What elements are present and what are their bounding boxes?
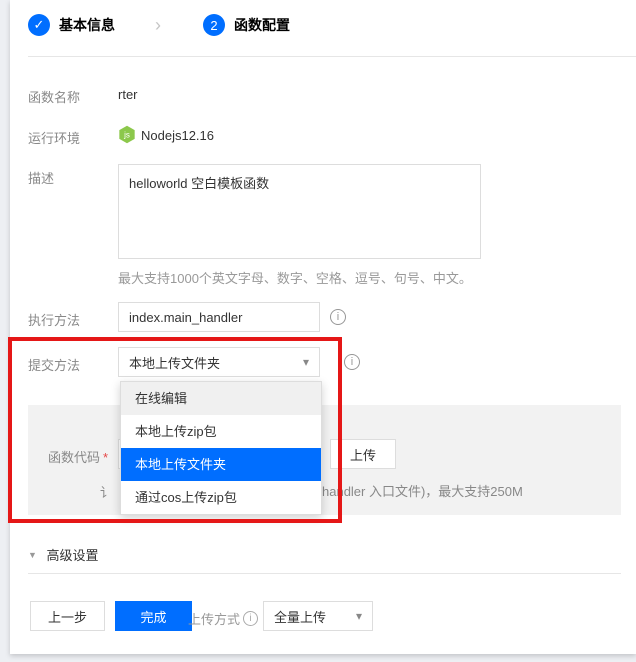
finish-button[interactable]: 完成 (115, 601, 192, 631)
step2-number-circle: 2 (203, 14, 225, 36)
caret-down-icon: ▾ (356, 609, 362, 623)
nodejs-icon: js (118, 125, 136, 144)
header-divider (28, 56, 636, 57)
svg-text:js: js (123, 130, 130, 139)
step1-label: 基本信息 (59, 15, 115, 35)
submit-method-dropdown-menu: 在线编辑 本地上传zip包 本地上传文件夹 通过cos上传zip包 (120, 381, 322, 515)
previous-step-button[interactable]: 上一步 (30, 601, 105, 631)
content-card: ✓ 基本信息 › 2 函数配置 函数名称 rter 运行环境 js Nodejs… (10, 0, 636, 654)
submit-method-value: 本地上传文件夹 (129, 353, 220, 372)
menu-item-upload-folder[interactable]: 本地上传文件夹 (121, 448, 321, 481)
upload-mode-label: 上传方式i (188, 609, 258, 628)
runtime-value: Nodejs12.16 (141, 128, 214, 143)
upload-mode-info-icon[interactable]: i (243, 611, 258, 626)
required-asterisk: * (103, 450, 108, 465)
handler-info-icon[interactable]: i (330, 309, 346, 325)
handler-input[interactable] (118, 302, 320, 332)
submit-method-label: 提交方法 (28, 355, 80, 374)
code-hint-fragment-left: 讠 (100, 482, 113, 501)
description-hint: 最大支持1000个英文字母、数字、空格、逗号、句号、中文。 (118, 268, 472, 287)
menu-item-upload-zip[interactable]: 本地上传zip包 (121, 415, 321, 448)
function-name-label: 函数名称 (28, 87, 80, 106)
menu-item-cos-zip[interactable]: 通过cos上传zip包 (121, 481, 321, 514)
caret-down-icon: ▾ (303, 355, 309, 369)
advanced-settings-label: 高级设置 (47, 548, 99, 563)
step-indicator: ✓ 基本信息 › 2 函数配置 (28, 13, 290, 37)
chevron-right-icon: › (155, 15, 161, 35)
step1-done-circle: ✓ (28, 14, 50, 36)
step-function-config[interactable]: 2 函数配置 (203, 14, 290, 36)
upload-mode-value: 全量上传 (274, 607, 326, 626)
footer-divider (28, 573, 621, 574)
description-textarea[interactable]: helloworld 空白模板函数 (118, 164, 481, 259)
menu-item-online-edit[interactable]: 在线编辑 (121, 382, 321, 415)
function-code-label: 函数代码* (48, 447, 108, 466)
submit-method-info-icon[interactable]: i (344, 354, 360, 370)
submit-method-select[interactable]: 本地上传文件夹 ▾ (118, 347, 320, 377)
runtime-label: 运行环境 (28, 128, 80, 147)
check-icon: ✓ (34, 17, 45, 33)
advanced-settings-toggle[interactable]: ▼ 高级设置 (28, 545, 99, 564)
function-name-value: rter (118, 87, 138, 102)
code-hint-fragment-right: handler 入口文件)，最大支持250M (322, 481, 523, 500)
upload-button[interactable]: 上传 (330, 439, 396, 469)
description-label: 描述 (28, 168, 54, 187)
upload-mode-select[interactable]: 全量上传 ▾ (263, 601, 373, 631)
step2-label: 函数配置 (234, 15, 290, 35)
step-basic-info[interactable]: ✓ 基本信息 (28, 14, 115, 36)
handler-label: 执行方法 (28, 310, 80, 329)
triangle-down-icon: ▼ (28, 550, 37, 560)
